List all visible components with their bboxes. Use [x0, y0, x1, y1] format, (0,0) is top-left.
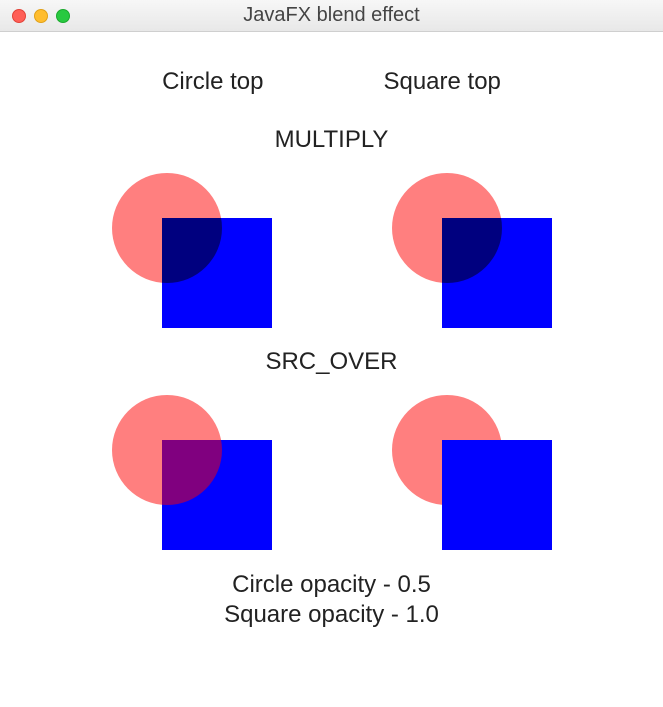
cell-multiply-square-top [372, 168, 572, 338]
header-square-top: Square top [383, 68, 500, 96]
cell-srcover-circle-top [92, 390, 292, 560]
cell-srcover-square-top [372, 390, 572, 560]
label-srcover: SRC_OVER [0, 348, 663, 376]
cell-multiply-circle-top [92, 168, 292, 338]
window-titlebar: JavaFX blend effect [0, 0, 663, 32]
window-title: JavaFX blend effect [0, 4, 663, 27]
content-area: Circle top Square top MULTIPLY SRC_OVER … [0, 32, 663, 630]
row-multiply [0, 168, 663, 338]
square-shape [442, 440, 552, 550]
row-srcover [0, 390, 663, 560]
footer-line-2: Square opacity - 1.0 [0, 600, 663, 630]
footer-line-1: Circle opacity - 0.5 [0, 570, 663, 600]
header-circle-top: Circle top [162, 68, 263, 96]
footer-text: Circle opacity - 0.5 Square opacity - 1.… [0, 570, 663, 630]
close-icon[interactable] [12, 9, 26, 23]
maximize-icon[interactable] [56, 9, 70, 23]
traffic-lights [12, 9, 70, 23]
minimize-icon[interactable] [34, 9, 48, 23]
circle-shape [112, 395, 222, 505]
square-shape [442, 218, 552, 328]
label-multiply: MULTIPLY [0, 126, 663, 154]
circle-shape [112, 173, 222, 283]
column-headers: Circle top Square top [0, 68, 663, 96]
